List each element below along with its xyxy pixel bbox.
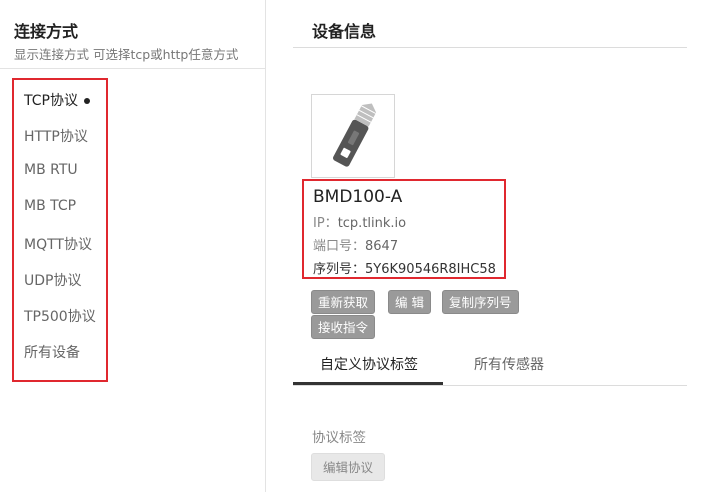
protocol-item-mb-tcp[interactable]: MB TCP	[24, 198, 76, 214]
protocol-item-mb-rtu[interactable]: MB RTU	[24, 162, 78, 178]
protocol-label: TCP协议	[24, 93, 78, 109]
serial-value: 5Y6K90546R8IHC58	[365, 262, 496, 277]
protocol-item-http[interactable]: HTTP协议	[24, 126, 88, 146]
device-port-line: 端口号：8647	[313, 235, 398, 254]
edit-button[interactable]: 编 辑	[388, 290, 431, 314]
protocol-item-all-devices[interactable]: 所有设备	[24, 342, 80, 362]
device-ip-line: IP：tcp.tlink.io	[313, 212, 406, 231]
receive-command-button[interactable]: 接收指令	[311, 315, 376, 339]
device-serial-line: 序列号：5Y6K90546R8IHC58	[313, 258, 496, 277]
protocol-label: MB RTU	[24, 162, 78, 178]
connection-panel: 连接方式 显示连接方式 可选择tcp或http任意方式 TCP协议 HTTP协议…	[0, 0, 266, 492]
edit-protocol-button[interactable]: 编辑协议	[311, 453, 385, 481]
ip-label: IP：	[313, 216, 338, 231]
protocol-item-mqtt[interactable]: MQTT协议	[24, 234, 92, 254]
protocol-tags-label: 协议标签	[312, 430, 366, 446]
protocol-label: MQTT协议	[24, 237, 92, 253]
device-image	[311, 94, 395, 178]
ip-value: tcp.tlink.io	[337, 216, 407, 231]
serial-label: 序列号：	[313, 262, 366, 277]
protocol-item-tp500[interactable]: TP500协议	[24, 306, 96, 326]
port-label: 端口号：	[313, 239, 366, 254]
connection-title: 连接方式	[14, 22, 79, 41]
protocol-label: TP500协议	[24, 309, 96, 325]
divider	[0, 68, 266, 69]
port-value: 8647	[365, 239, 399, 254]
protocol-label: MB TCP	[24, 198, 77, 214]
device-name: BMD100-A	[313, 187, 403, 207]
utility-knife-icon	[333, 103, 377, 167]
divider	[293, 47, 687, 48]
tab-bar: 自定义协议标签 所有传感器	[293, 344, 687, 386]
active-dot-icon	[83, 98, 90, 104]
device-info-box: BMD100-A IP：tcp.tlink.io 端口号：8647 序列号：5Y…	[302, 179, 506, 279]
protocol-item-tcp[interactable]: TCP协议	[24, 90, 90, 110]
protocol-item-udp[interactable]: UDP协议	[24, 270, 81, 290]
protocol-label: UDP协议	[24, 273, 82, 289]
copy-serial-button[interactable]: 复制序列号	[442, 290, 519, 314]
protocol-label: HTTP协议	[24, 129, 88, 145]
protocol-label: 所有设备	[24, 345, 80, 361]
device-info-title: 设备信息	[312, 22, 377, 41]
tab-all-sensors[interactable]: 所有传感器	[474, 354, 544, 374]
protocol-list: TCP协议 HTTP协议 MB RTU MB TCP MQTT协议 UDP协议 …	[12, 78, 108, 382]
refetch-button[interactable]: 重新获取	[311, 290, 376, 314]
tab-custom-protocol-tags[interactable]: 自定义协议标签	[320, 354, 418, 374]
active-tab-indicator	[293, 382, 443, 385]
connection-subtitle: 显示连接方式 可选择tcp或http任意方式	[14, 47, 239, 62]
